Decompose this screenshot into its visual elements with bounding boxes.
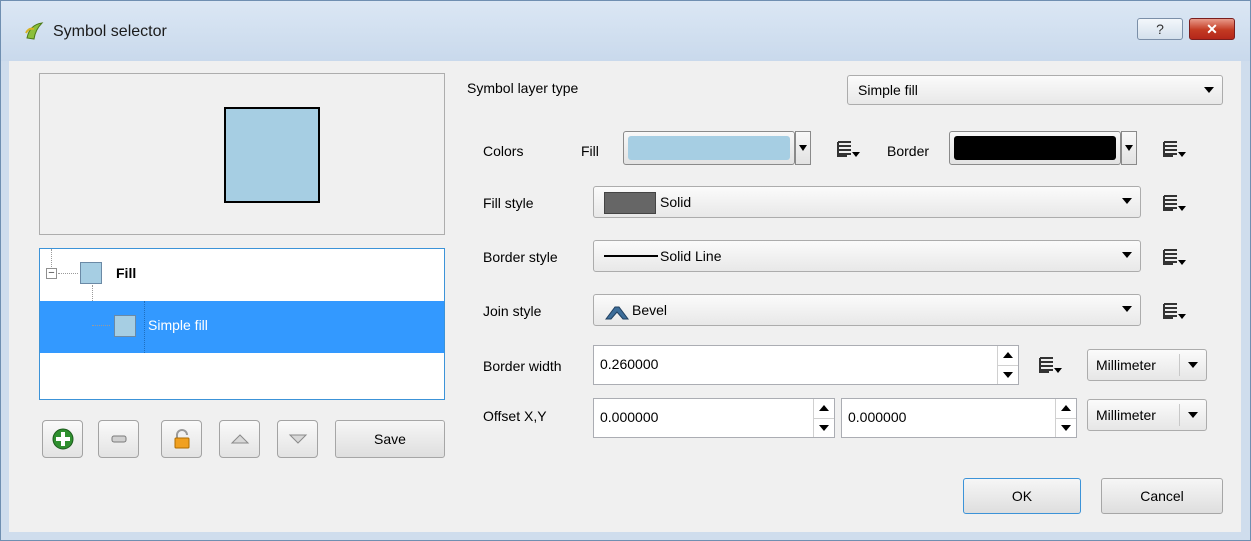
border-style-select[interactable]: Solid Line	[593, 240, 1141, 272]
offset-label: Offset X,Y	[483, 408, 547, 424]
solid-line-icon	[604, 255, 658, 257]
offset-y-spinbox[interactable]: 0.000000	[841, 398, 1077, 438]
window-title: Symbol selector	[53, 23, 167, 40]
border-width-unit-value: Millimeter	[1096, 357, 1156, 373]
decrement-button[interactable]	[998, 365, 1018, 385]
move-down-icon	[288, 434, 307, 444]
border-width-label: Border width	[483, 358, 562, 374]
remove-layer-button[interactable]	[98, 420, 139, 458]
add-layer-button[interactable]	[42, 420, 83, 458]
data-defined-override-icon[interactable]	[1161, 246, 1191, 270]
remove-layer-icon	[111, 435, 126, 443]
separator	[1179, 354, 1180, 376]
data-defined-override-icon[interactable]	[1037, 354, 1067, 378]
chevron-down-icon	[1188, 362, 1198, 368]
increment-button[interactable]	[814, 399, 834, 418]
down-arrow-icon	[1061, 425, 1071, 431]
up-arrow-icon	[1003, 352, 1013, 358]
cancel-button[interactable]: Cancel	[1101, 478, 1223, 514]
decrement-button[interactable]	[1056, 418, 1076, 438]
join-style-value: Bevel	[632, 302, 668, 318]
decrement-button[interactable]	[814, 418, 834, 438]
border-width-spinbox[interactable]: 0.260000	[593, 345, 1019, 385]
symbol-layer-type-label: Symbol layer type	[467, 80, 579, 96]
tree-item-label: Fill	[116, 265, 137, 281]
fill-color-swatch	[628, 136, 790, 160]
move-down-button[interactable]	[277, 420, 318, 458]
move-up-icon	[230, 434, 249, 444]
colors-label: Colors	[483, 143, 524, 159]
ok-button[interactable]: OK	[963, 478, 1081, 514]
data-defined-override-icon[interactable]	[1161, 192, 1191, 216]
data-defined-override-icon[interactable]	[1161, 300, 1191, 324]
symbol-layer-type-value: Simple fill	[858, 82, 918, 98]
solid-fill-pattern-icon	[604, 192, 656, 214]
border-color-menu-button[interactable]	[1121, 131, 1137, 165]
spin-buttons	[997, 346, 1018, 384]
offset-unit-value: Millimeter	[1096, 407, 1156, 423]
chevron-down-icon	[799, 145, 807, 151]
spin-buttons	[1055, 399, 1076, 437]
symbol-layer-tree: − Fill Simple fill	[39, 248, 445, 400]
symbol-selector-window: Symbol selector ? ✕ − Fill Simple fill S…	[0, 0, 1251, 541]
help-button[interactable]: ?	[1137, 18, 1183, 40]
fill-color-button[interactable]	[623, 131, 795, 165]
symbol-preview	[39, 73, 445, 235]
data-defined-override-icon[interactable]	[1161, 138, 1191, 162]
data-defined-override-icon[interactable]	[835, 138, 865, 162]
border-width-unit-select[interactable]: Millimeter	[1087, 349, 1207, 381]
up-arrow-icon	[819, 405, 829, 411]
border-color-swatch	[954, 136, 1116, 160]
up-arrow-icon	[1061, 405, 1071, 411]
tree-connector	[58, 273, 78, 274]
tree-item-simple-fill[interactable]: Simple fill	[40, 301, 444, 353]
chevron-down-icon	[1122, 306, 1132, 312]
tree-item-label: Simple fill	[148, 317, 208, 333]
add-layer-icon	[52, 428, 73, 450]
chevron-down-icon	[1125, 145, 1133, 151]
chevron-down-icon	[1204, 87, 1214, 93]
fill-swatch-icon	[80, 262, 102, 284]
title-bar: Symbol selector ? ✕	[1, 1, 1250, 61]
border-color-button[interactable]	[949, 131, 1121, 165]
tree-connector	[92, 325, 110, 326]
lock-layer-button[interactable]	[161, 420, 202, 458]
fill-color-menu-button[interactable]	[795, 131, 811, 165]
chevron-down-icon	[1122, 198, 1132, 204]
collapse-icon[interactable]: −	[46, 268, 57, 279]
spin-buttons	[813, 399, 834, 437]
join-style-select[interactable]: Bevel	[593, 294, 1141, 326]
border-color-label: Border	[887, 143, 930, 159]
offset-x-spinbox[interactable]: 0.000000	[593, 398, 835, 438]
increment-button[interactable]	[998, 346, 1018, 365]
offset-x-value: 0.000000	[600, 409, 659, 425]
separator	[1179, 404, 1180, 426]
down-arrow-icon	[1003, 372, 1013, 378]
fill-style-select[interactable]: Solid	[593, 186, 1141, 218]
chevron-down-icon	[1188, 412, 1198, 418]
save-button[interactable]: Save	[335, 420, 445, 458]
down-arrow-icon	[819, 425, 829, 431]
fill-color-label: Fill	[581, 143, 599, 159]
dialog-body: − Fill Simple fill Save Symbol layer typ…	[9, 61, 1241, 532]
fill-style-value: Solid	[660, 194, 692, 210]
join-style-label: Join style	[483, 303, 542, 319]
bevel-join-icon	[605, 306, 629, 320]
chevron-down-icon	[1122, 252, 1132, 258]
border-style-label: Border style	[483, 249, 558, 265]
move-up-button[interactable]	[219, 420, 260, 458]
lock-icon	[174, 429, 189, 449]
simple-fill-swatch-icon	[114, 315, 136, 337]
fill-style-label: Fill style	[483, 195, 534, 211]
close-button[interactable]: ✕	[1189, 18, 1235, 40]
tree-item-fill[interactable]: − Fill	[40, 249, 444, 301]
symbol-layer-type-select[interactable]: Simple fill	[847, 75, 1223, 105]
border-width-value: 0.260000	[600, 356, 659, 372]
increment-button[interactable]	[1056, 399, 1076, 418]
preview-swatch	[224, 107, 320, 203]
offset-y-value: 0.000000	[848, 409, 907, 425]
border-style-value: Solid Line	[660, 248, 722, 264]
offset-unit-select[interactable]: Millimeter	[1087, 399, 1207, 431]
qgis-icon	[25, 22, 44, 40]
